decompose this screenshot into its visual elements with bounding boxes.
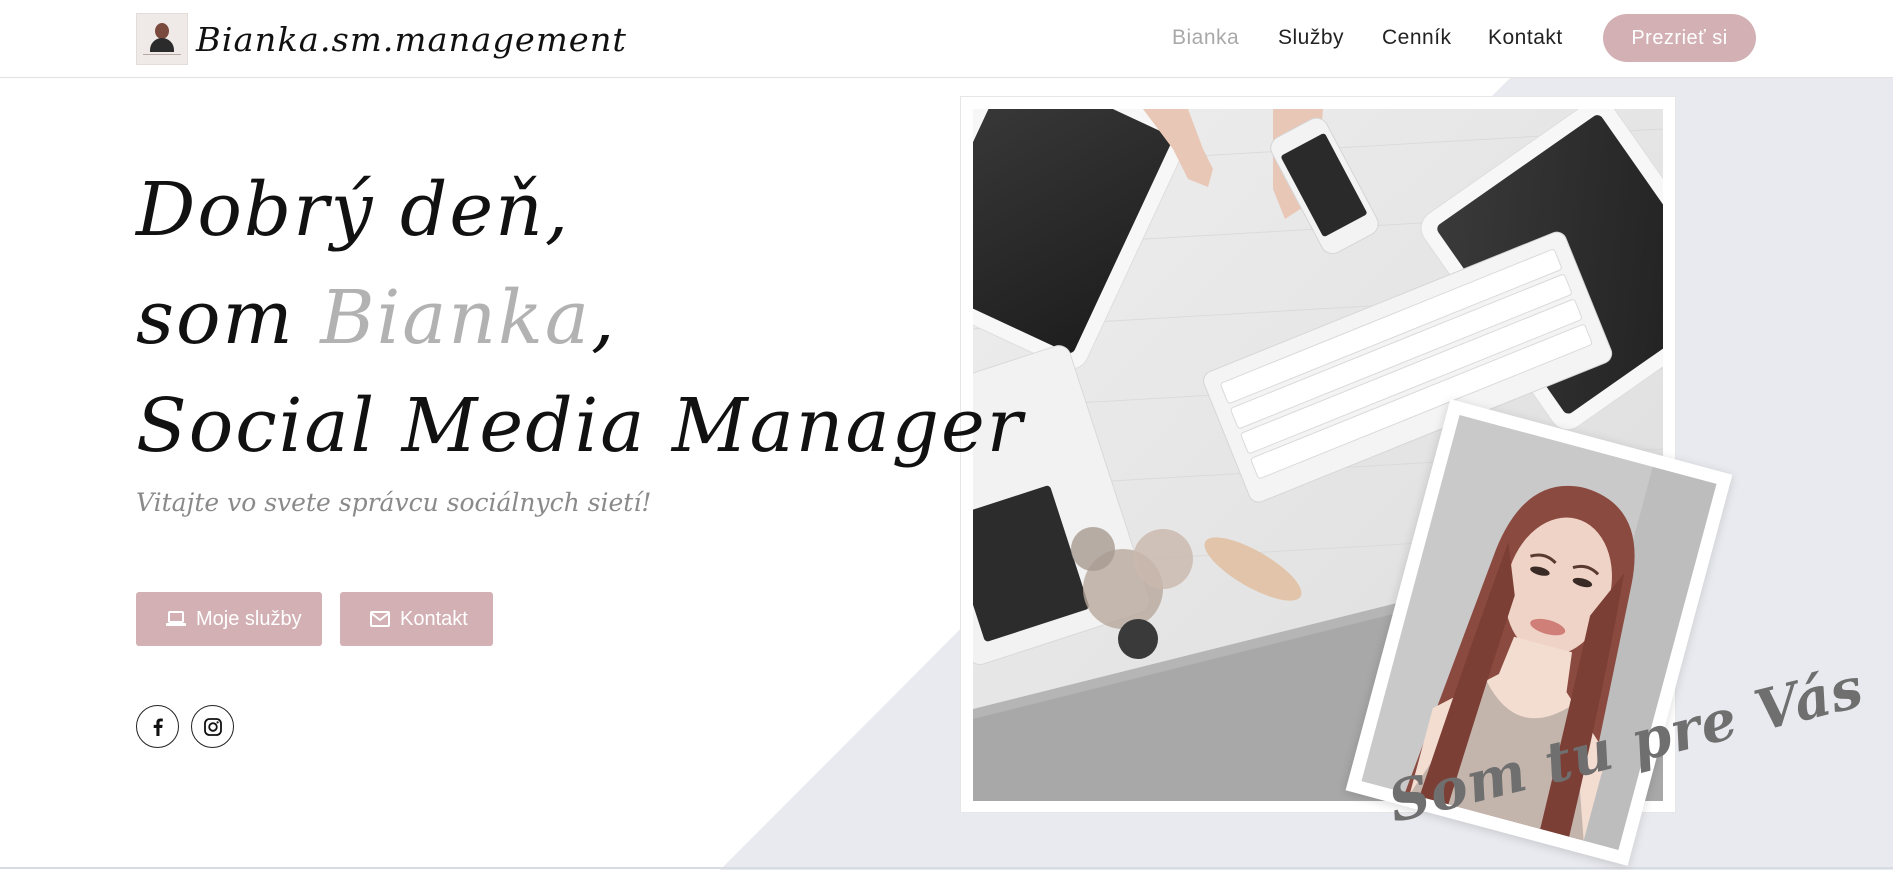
hero-role: Social Media Manager (136, 383, 1025, 469)
bottom-divider (0, 867, 1893, 869)
nav-cennik[interactable]: Cenník (1382, 26, 1452, 50)
my-services-label: Moje služby (196, 607, 302, 630)
hero-name-suffix: , (591, 275, 617, 361)
logo-avatar (136, 13, 188, 65)
nav-kontakt[interactable]: Kontakt (1488, 26, 1563, 50)
nav-sluzby[interactable]: Služby (1278, 26, 1344, 50)
contact-label: Kontakt (400, 607, 468, 630)
laptop-icon (166, 609, 186, 629)
envelope-icon (370, 609, 390, 629)
brand-logo[interactable]: Bianka.sm.management (136, 13, 626, 65)
instagram-icon (203, 717, 222, 736)
brand-name: Bianka.sm.management (196, 19, 627, 59)
contact-button[interactable]: Kontakt (340, 592, 493, 646)
nav-bianka[interactable]: Bianka (1172, 26, 1239, 50)
hero-name-line: som Bianka, (136, 264, 1024, 372)
site-header: Bianka.sm.management Bianka Služby Cenní… (0, 0, 1893, 78)
my-services-button[interactable]: Moje služby (136, 592, 322, 646)
facebook-icon (153, 718, 163, 736)
facebook-link[interactable] (136, 705, 179, 748)
prezriet-button[interactable]: Prezrieť si (1603, 14, 1756, 62)
hero-greeting: Dobrý deň, (136, 167, 571, 253)
hero-heading: Dobrý deň, som Bianka, Social Media Mana… (136, 156, 1024, 480)
hero-name-accent: Bianka (320, 275, 592, 361)
hero-name-prefix: som (136, 275, 321, 361)
instagram-link[interactable] (191, 705, 234, 748)
hero-subtitle: Vitajte vo svete správcu sociálnych siet… (136, 488, 652, 517)
